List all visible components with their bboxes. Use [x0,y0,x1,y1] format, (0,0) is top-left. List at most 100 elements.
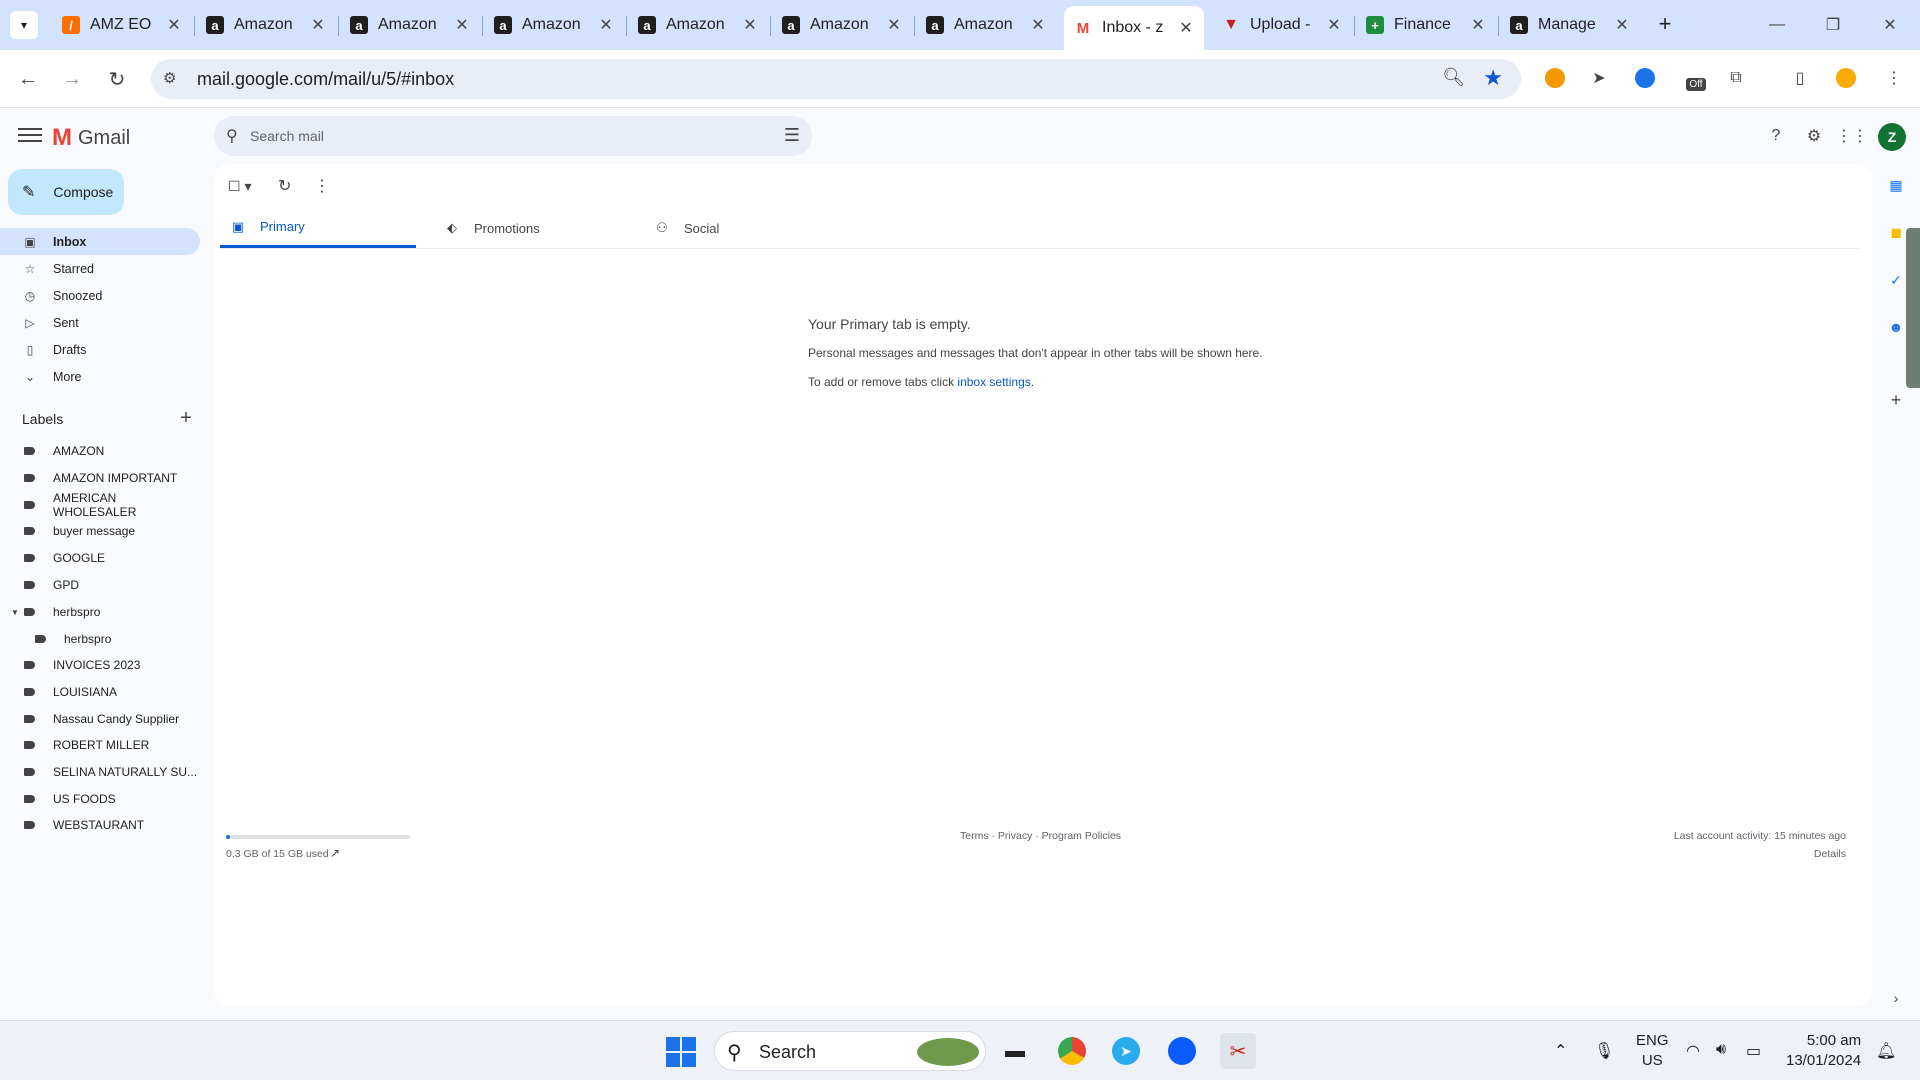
select-all-checkbox[interactable]: ☐ ▾ [228,178,251,195]
footer-links[interactable]: Terms · Privacy · Program Policies [960,830,1121,842]
label-item-herbspro-child[interactable]: herbspro [0,626,200,652]
nav-drafts[interactable]: ▯ Drafts [0,336,200,363]
forward-arrow-icon[interactable]: → [57,64,87,94]
zoom-icon[interactable] [1164,1033,1200,1069]
label-item[interactable]: INVOICES 2023 [0,652,200,678]
collapse-panel-chevron-icon[interactable]: › [1886,988,1906,1008]
label-item[interactable]: LOUISIANA [0,679,200,705]
battery-icon[interactable]: ▭ [1746,1041,1761,1061]
nav-snoozed[interactable]: ◷ Snoozed [0,282,200,309]
new-tab-plus-icon[interactable]: + [1651,11,1679,39]
snipping-tool-icon[interactable]: ✂ [1220,1033,1256,1069]
windows-start-icon[interactable] [666,1037,696,1067]
nav-sent[interactable]: ▷ Sent [0,309,200,336]
label-item[interactable]: WEBSTAURANT [0,812,200,838]
label-item[interactable]: AMAZON [0,438,200,464]
extension-off-icon[interactable]: Off [1680,64,1712,92]
label-item[interactable]: buyer message [0,518,200,544]
caret-down-icon[interactable]: ▼ [11,608,19,617]
compose-button[interactable]: ✎ Compose [8,169,124,215]
tab-search-chevron-icon[interactable]: ▾ [10,11,38,39]
search-input[interactable] [250,116,750,156]
contacts-icon[interactable]: ☻ [1886,317,1906,337]
wifi-icon[interactable]: ◠ [1686,1041,1700,1061]
more-actions-icon[interactable]: ⋮ [314,176,330,196]
browser-tab-amazon-6[interactable]: Amazon ✕ [916,8,1056,42]
search-options-icon[interactable]: ☰ [784,125,800,146]
calendar-icon[interactable]: ▦ [1886,175,1906,195]
label-item[interactable]: US FOODS [0,786,200,812]
volume-icon[interactable]: 🔊︎ [1716,1041,1726,1059]
tab-primary[interactable]: ▣ Primary [220,208,416,248]
close-tab-icon[interactable]: ✕ [1030,15,1046,35]
browser-tab-amz-eo[interactable]: / AMZ EO ✕ [52,8,192,42]
reload-icon[interactable]: ↻ [102,64,132,94]
browser-tab-amazon-4[interactable]: Amazon ✕ [628,8,768,42]
close-tab-icon[interactable]: ✕ [454,15,470,35]
close-tab-icon[interactable]: ✕ [310,15,326,35]
nav-starred[interactable]: ☆ Starred [0,255,200,282]
extension-orange-icon[interactable] [1541,64,1569,92]
system-clock[interactable]: 5:00 am 13/01/2024 [1786,1031,1861,1071]
file-explorer-icon[interactable]: ▬ [997,1033,1033,1069]
browser-tab-upload[interactable]: ▼ Upload - ✕ [1212,8,1352,42]
close-tab-icon[interactable]: ✕ [1326,15,1342,35]
nav-more[interactable]: ⌄ More [0,363,200,390]
zoom-icon[interactable]: 🔍︎ [1442,67,1465,88]
site-info-icon[interactable]: ⚙ [163,69,176,87]
extensions-puzzle-icon[interactable]: ⧉ [1722,64,1750,92]
close-tab-icon[interactable]: ✕ [886,15,902,35]
close-tab-icon[interactable]: ✕ [1470,15,1486,35]
help-icon[interactable]: ? [1764,124,1788,148]
address-bar[interactable]: ⚙ mail.google.com/mail/u/5/#inbox 🔍︎ ★ [151,59,1521,99]
profile-icon[interactable] [1832,64,1860,92]
inbox-settings-link[interactable]: inbox settings [957,375,1030,389]
browser-tab-amazon-1[interactable]: Amazon ✕ [196,8,336,42]
side-panel-icon[interactable]: ▯ [1786,64,1814,92]
label-item[interactable]: AMAZON IMPORTANT [0,465,200,491]
close-window-icon[interactable]: ✕ [1862,0,1918,50]
tab-promotions[interactable]: ⬖ Promotions [434,208,630,248]
side-panel-thumbnail[interactable] [1906,228,1920,388]
bookmark-star-icon[interactable]: ★ [1483,65,1503,91]
search-icon[interactable]: ⚲ [226,126,238,146]
tab-social[interactable]: ⚇ Social [644,208,840,248]
language-indicator[interactable]: ENG US [1636,1031,1669,1071]
main-menu-icon[interactable] [18,124,42,148]
account-avatar[interactable]: Z [1878,123,1906,151]
browser-tab-amazon-2[interactable]: Amazon ✕ [340,8,480,42]
address-url[interactable]: mail.google.com/mail/u/5/#inbox [197,69,454,90]
gmail-logo[interactable]: M Gmail [52,124,130,152]
close-tab-icon[interactable]: ✕ [166,15,182,35]
add-addon-plus-icon[interactable]: + [1886,390,1906,410]
label-item[interactable]: ROBERT MILLER [0,732,200,758]
tasks-icon[interactable]: ✓ [1886,270,1906,290]
open-external-icon[interactable]: ↗ [330,846,340,860]
refresh-icon[interactable]: ↻ [278,176,291,196]
label-item[interactable]: GOOGLE [0,545,200,571]
apps-grid-icon[interactable]: ⋮⋮ [1836,124,1868,148]
browser-tab-inbox[interactable]: M Inbox - z ✕ [1064,6,1204,50]
browser-tab-amazon-3[interactable]: Amazon ✕ [484,8,624,42]
browser-tab-amazon-5[interactable]: Amazon ✕ [772,8,912,42]
back-arrow-icon[interactable]: ← [13,64,43,94]
add-label-plus-icon[interactable]: + [176,408,196,428]
close-tab-icon[interactable]: ✕ [1178,18,1194,38]
close-tab-icon[interactable]: ✕ [742,15,758,35]
minimize-icon[interactable]: — [1749,0,1805,50]
nav-inbox[interactable]: ▣ Inbox [0,228,200,255]
show-hidden-icons-chevron-icon[interactable]: ⌃ [1554,1041,1567,1061]
settings-gear-icon[interactable]: ⚙ [1802,124,1826,148]
label-item[interactable]: Nassau Candy Supplier [0,706,200,732]
chrome-icon[interactable] [1054,1033,1090,1069]
microphone-icon[interactable]: 🎙︎ [1594,1041,1614,1061]
browser-tab-manage[interactable]: Manage ✕ [1500,8,1640,42]
restore-icon[interactable]: ❐ [1805,0,1861,50]
close-tab-icon[interactable]: ✕ [1614,15,1630,35]
notification-bell-icon[interactable]: 🔔︎ [1876,1041,1896,1061]
taskbar-search[interactable]: ⚲ Search [714,1031,986,1071]
extension-blue-icon[interactable] [1631,64,1659,92]
label-item-herbspro-parent[interactable]: ▼ herbspro [0,599,200,625]
details-link[interactable]: Details [1674,848,1846,860]
extension-arrow-icon[interactable]: ➤ [1585,64,1613,92]
